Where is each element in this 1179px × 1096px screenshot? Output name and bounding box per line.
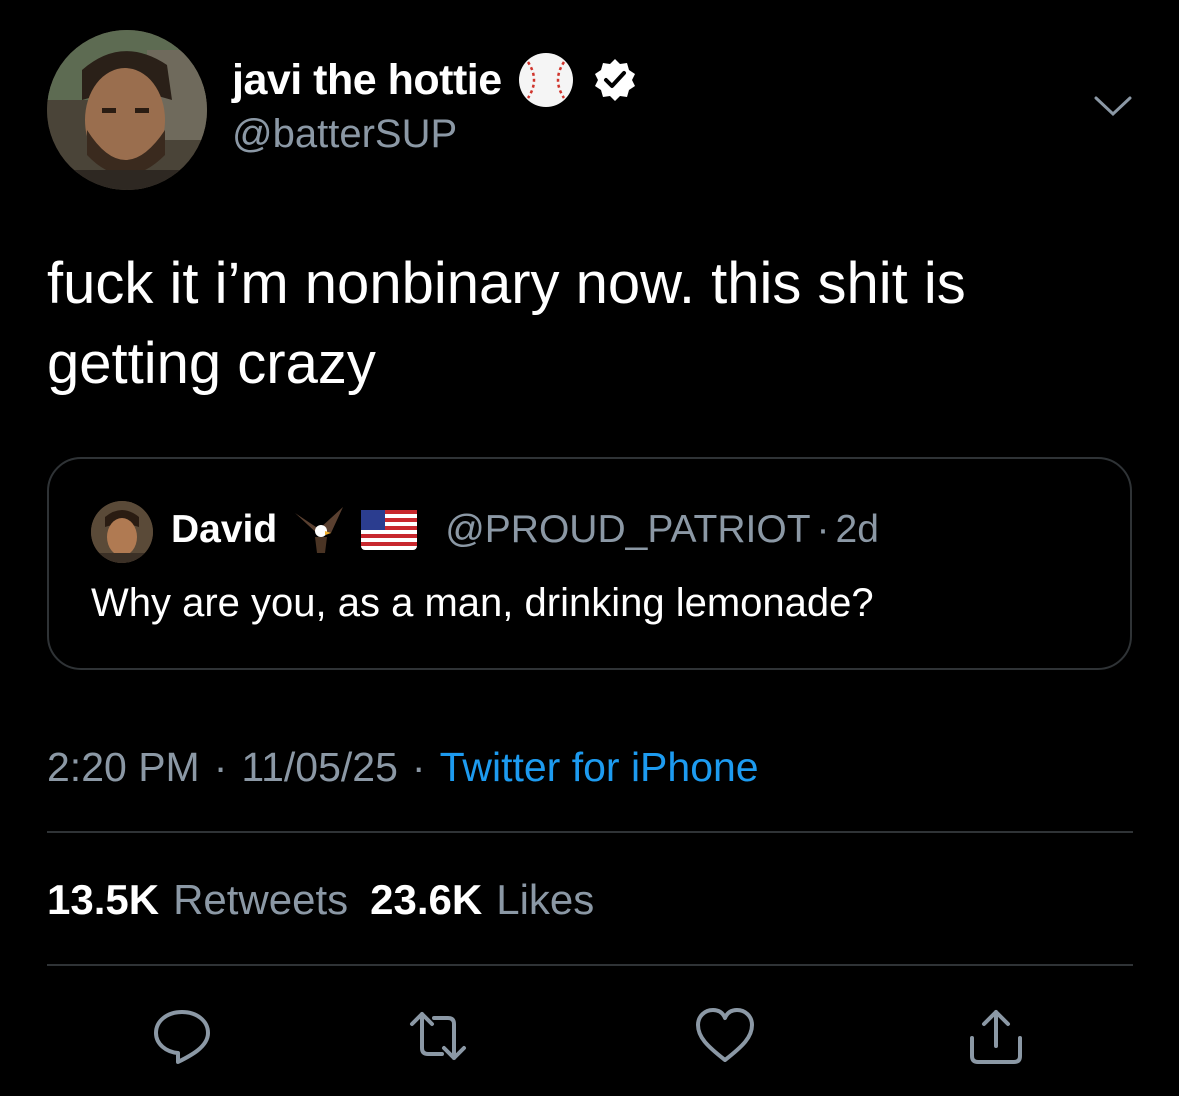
chevron-down-icon[interactable] bbox=[1090, 90, 1136, 120]
author-handle[interactable]: @batterSUP bbox=[232, 112, 457, 157]
eagle-icon bbox=[291, 503, 351, 557]
tweet-meta: 2:20 PM · 11/05/25 · Twitter for iPhone bbox=[47, 744, 759, 791]
author-name-row: javi the hottie bbox=[232, 50, 638, 110]
tweet-date: 11/05/25 bbox=[241, 744, 398, 790]
tweet-time: 2:20 PM bbox=[47, 744, 200, 790]
like-icon[interactable] bbox=[693, 1004, 757, 1068]
divider bbox=[47, 831, 1133, 833]
quote-avatar-portrait-icon bbox=[91, 501, 153, 563]
retweet-icon[interactable] bbox=[406, 1004, 470, 1068]
avatar-portrait-icon bbox=[47, 30, 207, 190]
separator-dot: · bbox=[411, 744, 426, 790]
tweet-text: fuck it i’m nonbinary now. this shit is … bbox=[47, 251, 966, 396]
divider bbox=[47, 964, 1133, 966]
tweet-source-link[interactable]: Twitter for iPhone bbox=[440, 744, 759, 791]
quote-author-handle[interactable]: @PROUD_PATRIOT bbox=[445, 508, 810, 552]
separator-dot: · bbox=[213, 744, 228, 790]
author-avatar[interactable] bbox=[47, 30, 207, 190]
tweet: javi the hottie @batterSUP fuck it i’m n… bbox=[0, 0, 1179, 1096]
us-flag-icon bbox=[361, 510, 418, 550]
quote-text: Why are you, as a man, drinking lemonade… bbox=[91, 581, 874, 625]
likes-stat[interactable]: 23.6K Likes bbox=[370, 876, 616, 924]
retweets-stat[interactable]: 13.5K Retweets bbox=[47, 876, 370, 924]
retweets-label: Retweets bbox=[173, 876, 349, 923]
share-icon[interactable] bbox=[964, 1004, 1028, 1068]
quote-author-avatar[interactable] bbox=[91, 501, 153, 563]
reply-icon[interactable] bbox=[150, 1004, 214, 1068]
likes-count: 23.6K bbox=[370, 876, 483, 923]
verified-badge-icon bbox=[592, 57, 638, 103]
quote-timestamp: 2d bbox=[835, 508, 879, 551]
quote-header: David @PROUD_PATRIOT · 2d bbox=[171, 503, 879, 557]
baseball-icon bbox=[516, 50, 576, 110]
quoted-tweet[interactable]: David @PROUD_PATRIOT · 2d Why are you, a… bbox=[47, 457, 1132, 670]
likes-label: Likes bbox=[496, 876, 595, 923]
quote-author-name[interactable]: David bbox=[171, 508, 277, 552]
tweet-stats: 13.5K Retweets 23.6K Likes bbox=[47, 876, 616, 924]
author-display-name[interactable]: javi the hottie bbox=[232, 56, 502, 105]
separator-dot: · bbox=[816, 508, 830, 551]
retweets-count: 13.5K bbox=[47, 876, 160, 923]
